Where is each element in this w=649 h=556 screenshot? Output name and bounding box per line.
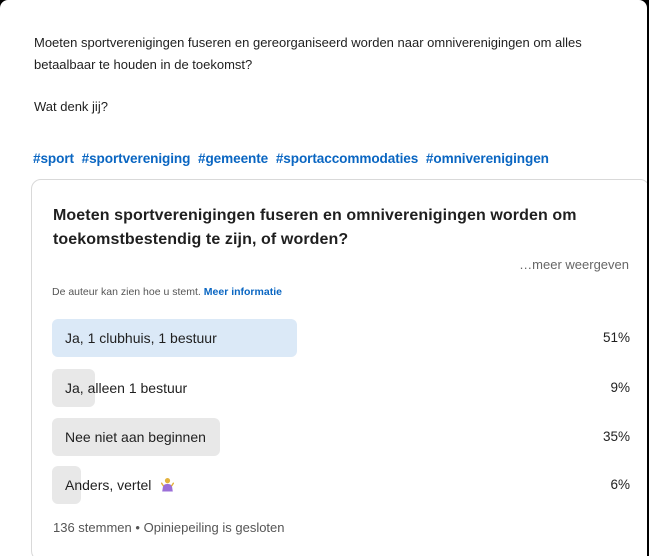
poll-footer: 136 stemmen • Opiniepeiling is gesloten	[53, 520, 285, 535]
poll-option-3[interactable]: Nee niet aan beginnen 35%	[52, 418, 630, 456]
post-card: Moeten sportverenigingen fuseren en gere…	[0, 0, 647, 556]
poll-option-3-percent: 35%	[602, 429, 630, 444]
poll-option-1-label: Ja, 1 clubhuis, 1 bestuur	[65, 330, 217, 346]
poll-option-4-text: Anders, vertel	[65, 477, 152, 493]
hashtag-list: #sport #sportvereniging #gemeente #sport…	[33, 151, 553, 166]
footer-separator: •	[135, 520, 140, 535]
poll-option-2-label: Ja, alleen 1 bestuur	[65, 380, 188, 396]
poll-option-4-percent: 6%	[610, 477, 630, 492]
poll-option-2-percent: 9%	[610, 380, 630, 395]
poll-option-1[interactable]: Ja, 1 clubhuis, 1 bestuur 51%	[52, 319, 630, 357]
hashtag-omniverenigingen[interactable]: #omniverenigingen	[426, 151, 549, 166]
vote-visibility-notice: De auteur kan zien hoe u stemt. Meer inf…	[52, 286, 282, 298]
more-info-link[interactable]: Meer informatie	[204, 286, 282, 298]
poll-option-2[interactable]: Ja, alleen 1 bestuur 9%	[52, 369, 630, 407]
post-body: Moeten sportverenigingen fuseren en gere…	[34, 32, 594, 138]
post-prompt: Wat denk jij?	[34, 99, 108, 114]
see-more-link[interactable]: …meer weergeven	[519, 257, 629, 272]
hashtag-sportvereniging[interactable]: #sportvereniging	[82, 151, 191, 166]
hashtag-sportaccommodaties[interactable]: #sportaccommodaties	[276, 151, 419, 166]
poll-option-3-label: Nee niet aan beginnen	[65, 429, 206, 445]
post-question: Moeten sportverenigingen fuseren en gere…	[34, 35, 582, 72]
poll-option-1-percent: 51%	[602, 330, 630, 345]
poll-option-4[interactable]: Anders, vertel 6%	[52, 466, 630, 504]
poll-option-4-label: Anders, vertel	[65, 466, 175, 504]
vote-count[interactable]: 136 stemmen	[53, 520, 132, 535]
hashtag-sport[interactable]: #sport	[33, 151, 74, 166]
poll-card: Moeten sportverenigingen fuseren en omni…	[31, 179, 647, 556]
disclosure-text: De auteur kan zien hoe u stemt.	[52, 286, 201, 298]
person-gesturing-icon	[161, 478, 175, 492]
poll-question: Moeten sportverenigingen fuseren en omni…	[53, 207, 577, 248]
poll-status: Opiniepeiling is gesloten	[143, 520, 285, 535]
hashtag-gemeente[interactable]: #gemeente	[198, 151, 268, 166]
